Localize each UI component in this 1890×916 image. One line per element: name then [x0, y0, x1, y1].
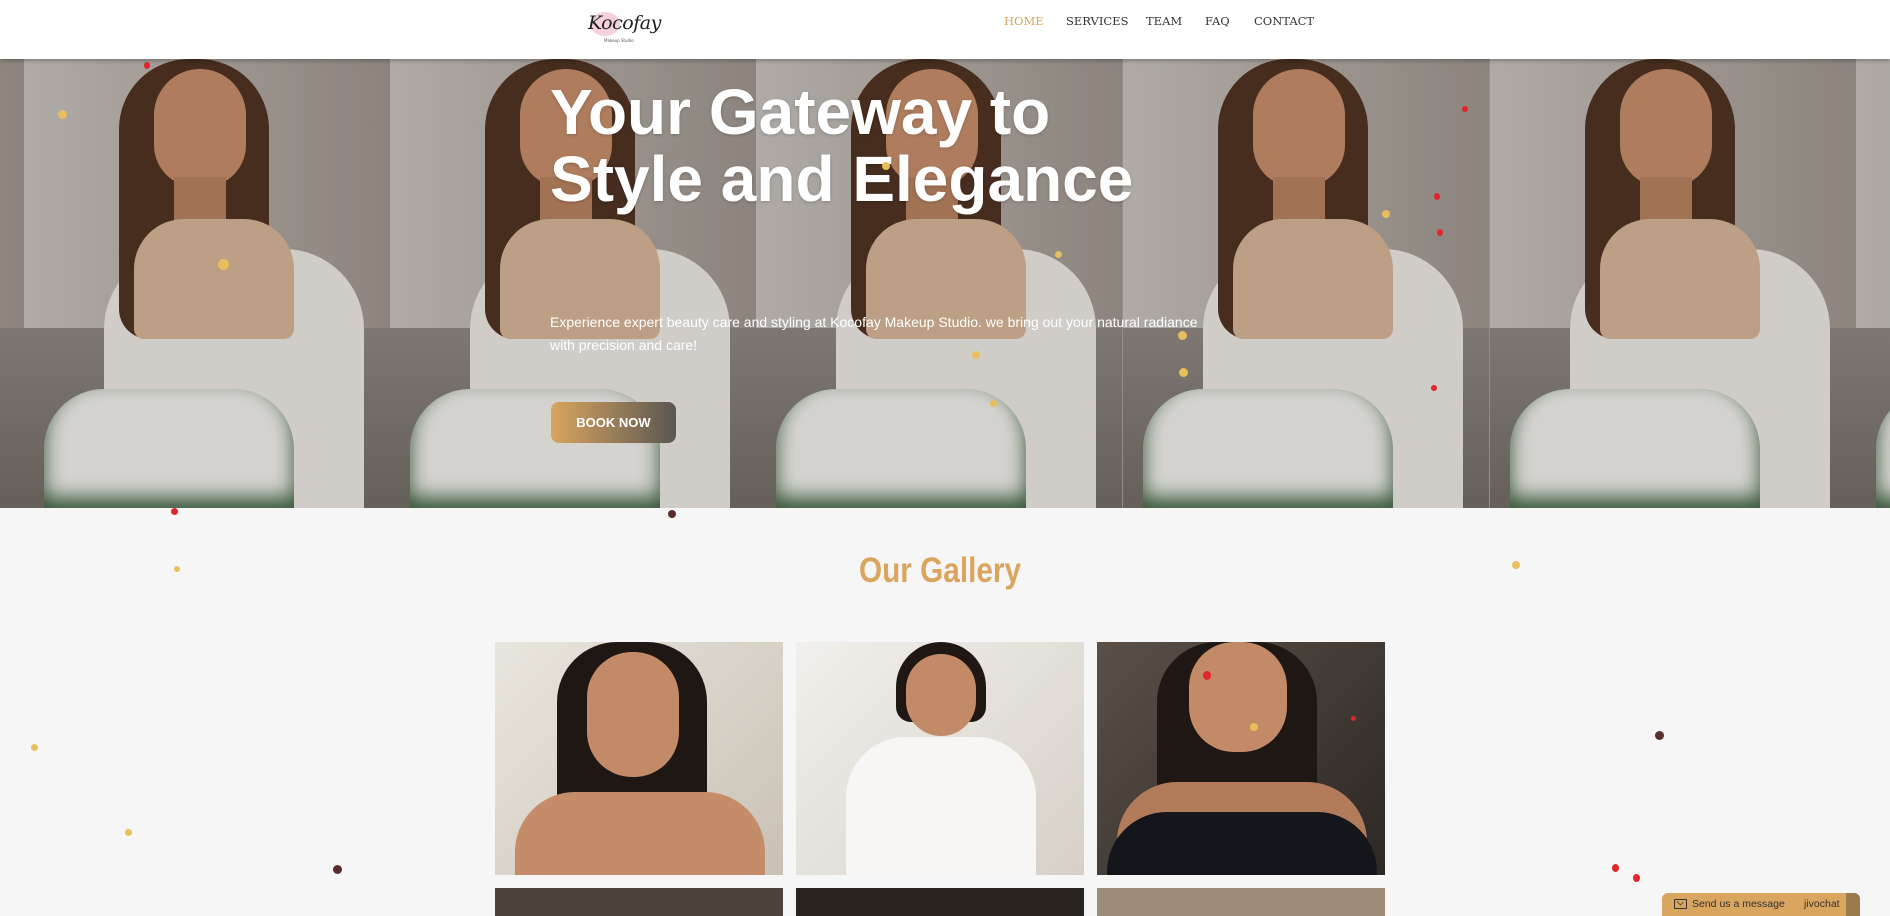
gallery-title: Our Gallery	[858, 551, 1022, 590]
hero-title: Your Gateway to Style and Elegance	[550, 76, 1134, 215]
chat-label: Send us a message	[1692, 898, 1785, 910]
gallery-image[interactable]	[1097, 642, 1385, 875]
nav-services[interactable]: SERVICES	[1066, 14, 1128, 28]
nav-home[interactable]: HOME	[1004, 14, 1044, 28]
nav-team[interactable]: TEAM	[1146, 14, 1182, 28]
hero-description: Experience expert beauty care and stylin…	[550, 314, 1198, 353]
chat-corner-decoration	[1846, 893, 1860, 916]
nav-faq[interactable]: FAQ	[1205, 14, 1230, 28]
chat-widget[interactable]: Send us a message jivochat	[1662, 893, 1860, 916]
logo-text: Kocofay	[588, 12, 661, 34]
gallery-image[interactable]	[495, 642, 783, 875]
gallery-image[interactable]	[495, 888, 783, 916]
book-now-button[interactable]: BOOK NOW	[551, 402, 676, 443]
hero-section: Your Gateway to Style and Elegance Exper…	[0, 59, 1890, 508]
envelope-icon	[1674, 899, 1687, 909]
logo[interactable]: Kocofay Makeup Studio	[584, 8, 661, 46]
site-header: Kocofay Makeup Studio HOME SERVICES TEAM…	[0, 0, 1890, 59]
gallery-image[interactable]	[796, 888, 1084, 916]
logo-subtext: Makeup Studio	[604, 38, 634, 43]
gallery-image[interactable]	[1097, 888, 1385, 916]
nav-contact[interactable]: CONTACT	[1254, 14, 1314, 28]
gallery-image[interactable]	[796, 642, 1084, 875]
chat-brand: jivochat	[1804, 898, 1840, 910]
